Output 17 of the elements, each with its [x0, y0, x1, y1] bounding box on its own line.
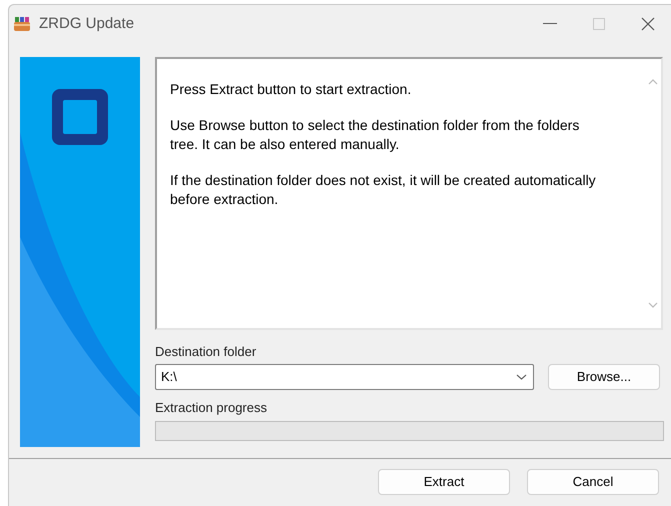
app-icon	[13, 16, 31, 32]
browse-button[interactable]: Browse...	[548, 364, 660, 390]
progress-label: Extraction progress	[155, 400, 268, 416]
field-label: Destination folder	[155, 344, 258, 360]
destination-combobox[interactable]: K:\	[155, 364, 534, 390]
scroll-up-icon[interactable]	[648, 79, 658, 85]
instruction-text: If the destination folder does not exist, it will be created automatically before extraction.	[170, 171, 597, 209]
instruction-text: Use Browse button to select the destination folder from the folders tree. It can be also entered manually.	[170, 116, 580, 154]
cancel-button[interactable]: Cancel	[527, 468, 659, 494]
scroll-down-icon[interactable]	[648, 302, 658, 308]
window-title: ZRDG Update	[39, 14, 134, 34]
instruction-text: Press Extract button to start extraction.	[170, 80, 412, 99]
close-icon[interactable]	[641, 17, 655, 31]
minimize-icon[interactable]	[543, 23, 557, 25]
extract-button[interactable]: Extract	[378, 468, 510, 494]
maximize-icon[interactable]	[593, 18, 605, 30]
chevron-down-icon[interactable]	[516, 374, 527, 380]
